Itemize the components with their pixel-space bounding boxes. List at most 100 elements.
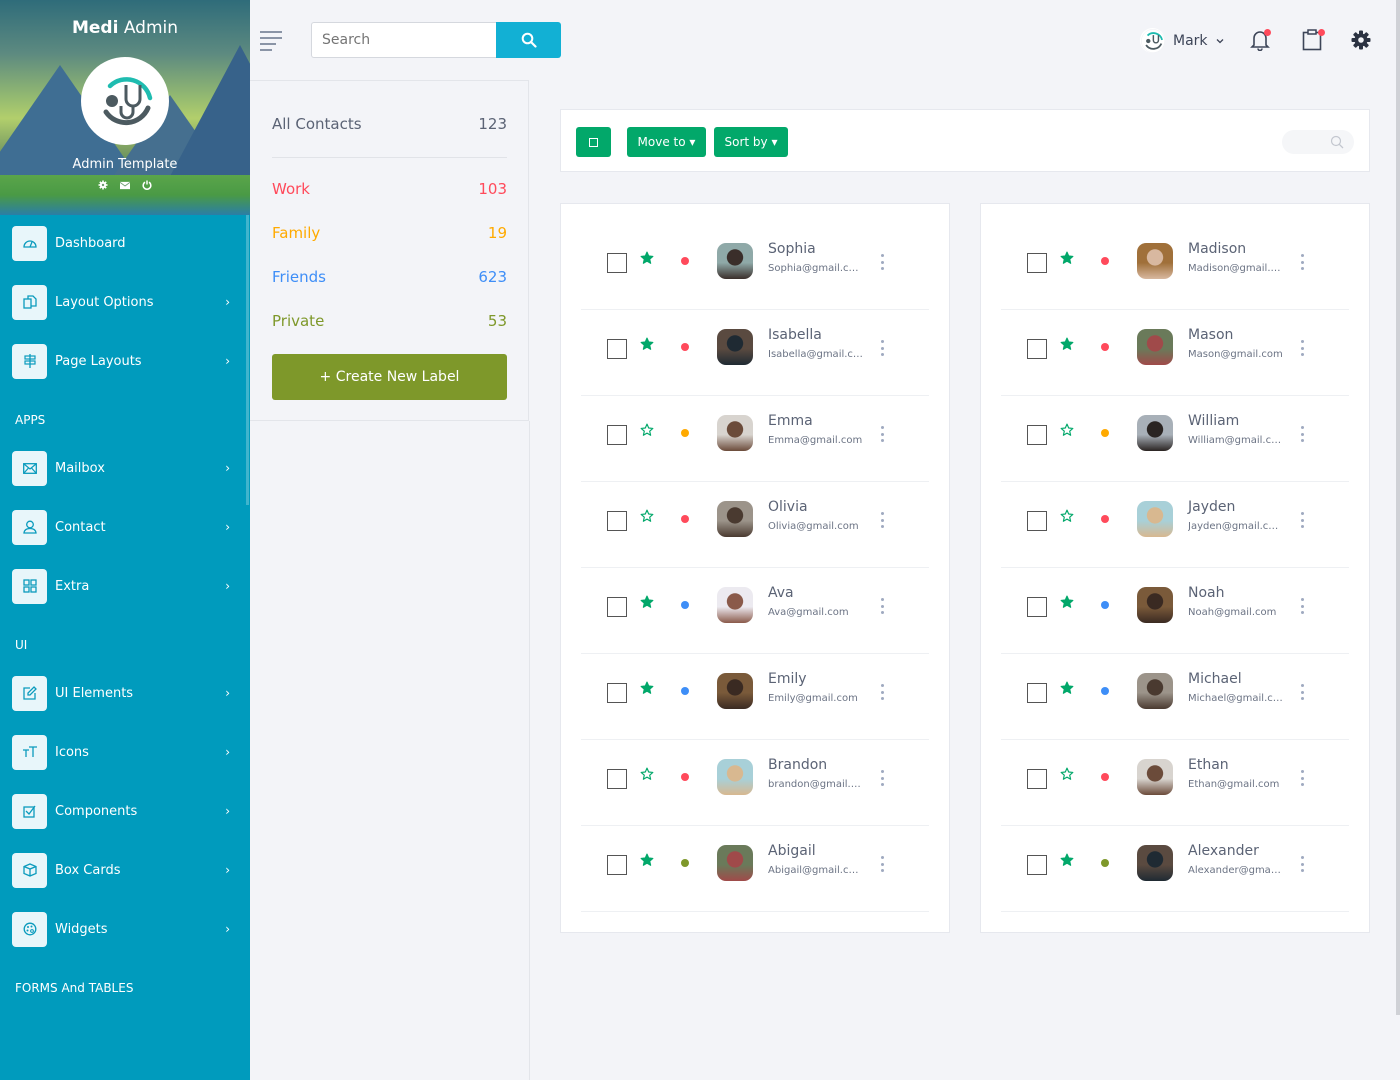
- sidebar-item-layout-options[interactable]: Layout Options ›: [12, 284, 242, 320]
- contact-row[interactable]: Ava Ava@gmail.com: [581, 568, 929, 654]
- more-options-icon[interactable]: [1299, 254, 1305, 270]
- contact-name[interactable]: Sophia: [768, 241, 816, 257]
- avatar[interactable]: [717, 501, 753, 537]
- sidebar-item-dashboard[interactable]: Dashboard: [12, 225, 242, 261]
- label-private[interactable]: Private 53: [272, 312, 507, 330]
- contact-name[interactable]: Ava: [768, 585, 794, 601]
- contact-row[interactable]: Olivia Olivia@gmail.com: [581, 482, 929, 568]
- star-filled-icon[interactable]: [640, 853, 654, 867]
- mail-icon[interactable]: [120, 180, 130, 190]
- contact-name[interactable]: Ethan: [1188, 757, 1229, 773]
- star-filled-icon[interactable]: [1060, 681, 1074, 695]
- contact-name[interactable]: Mason: [1188, 327, 1233, 343]
- contact-row[interactable]: William William@gmail.com: [1001, 396, 1349, 482]
- sidebar-item-ui-elements[interactable]: UI Elements ›: [12, 675, 242, 711]
- more-options-icon[interactable]: [879, 856, 885, 872]
- user-menu[interactable]: Mark: [1140, 28, 1225, 53]
- contact-row[interactable]: Abigail Abigail@gmail.com: [581, 826, 929, 912]
- notifications-button[interactable]: [1248, 28, 1272, 52]
- star-filled-icon[interactable]: [1060, 251, 1074, 265]
- contact-name[interactable]: Alexander: [1188, 843, 1259, 859]
- contact-checkbox[interactable]: [607, 253, 627, 273]
- contact-checkbox[interactable]: [607, 769, 627, 789]
- avatar[interactable]: [717, 673, 753, 709]
- star-filled-icon[interactable]: [640, 251, 654, 265]
- contact-checkbox[interactable]: [1027, 253, 1047, 273]
- contact-name[interactable]: Jayden: [1188, 499, 1235, 515]
- avatar[interactable]: [1137, 415, 1173, 451]
- contact-row[interactable]: Alexander Alexander@gmail.com: [1001, 826, 1349, 912]
- star-outline-icon[interactable]: [1060, 767, 1074, 781]
- more-options-icon[interactable]: [879, 340, 885, 356]
- more-options-icon[interactable]: [1299, 598, 1305, 614]
- settings-button[interactable]: [1349, 28, 1373, 52]
- contact-row[interactable]: Isabella Isabella@gmail.com: [581, 310, 929, 396]
- sidebar-item-mailbox[interactable]: Mailbox ›: [12, 450, 242, 486]
- search-button[interactable]: [496, 22, 561, 58]
- avatar[interactable]: [1137, 759, 1173, 795]
- avatar[interactable]: [1137, 587, 1173, 623]
- contact-checkbox[interactable]: [607, 683, 627, 703]
- contact-checkbox[interactable]: [1027, 597, 1047, 617]
- contact-name[interactable]: William: [1188, 413, 1239, 429]
- contact-checkbox[interactable]: [607, 855, 627, 875]
- label-all-contacts[interactable]: All Contacts 123: [272, 115, 507, 133]
- contact-name[interactable]: Isabella: [768, 327, 822, 343]
- star-outline-icon[interactable]: [1060, 509, 1074, 523]
- star-filled-icon[interactable]: [1060, 337, 1074, 351]
- contact-checkbox[interactable]: [1027, 511, 1047, 531]
- more-options-icon[interactable]: [879, 598, 885, 614]
- star-filled-icon[interactable]: [1060, 595, 1074, 609]
- contact-row[interactable]: Jayden Jayden@gmail.com: [1001, 482, 1349, 568]
- contact-name[interactable]: Madison: [1188, 241, 1246, 257]
- select-all-button[interactable]: [576, 127, 611, 157]
- sidebar-item-extra[interactable]: Extra ›: [12, 568, 242, 604]
- contact-checkbox[interactable]: [607, 597, 627, 617]
- sidebar-item-box-cards[interactable]: Box Cards ›: [12, 852, 242, 888]
- star-filled-icon[interactable]: [1060, 853, 1074, 867]
- star-filled-icon[interactable]: [640, 337, 654, 351]
- contact-row[interactable]: Ethan Ethan@gmail.com: [1001, 740, 1349, 826]
- more-options-icon[interactable]: [1299, 770, 1305, 786]
- contact-row[interactable]: Emma Emma@gmail.com: [581, 396, 929, 482]
- contact-checkbox[interactable]: [607, 425, 627, 445]
- avatar[interactable]: [717, 759, 753, 795]
- avatar[interactable]: [1137, 845, 1173, 881]
- contact-row[interactable]: Mason Mason@gmail.com: [1001, 310, 1349, 396]
- more-options-icon[interactable]: [879, 426, 885, 442]
- label-work[interactable]: Work 103: [272, 180, 507, 198]
- contact-checkbox[interactable]: [607, 339, 627, 359]
- contact-checkbox[interactable]: [1027, 855, 1047, 875]
- more-options-icon[interactable]: [879, 254, 885, 270]
- sidebar-scrollbar[interactable]: [246, 215, 249, 505]
- more-options-icon[interactable]: [1299, 426, 1305, 442]
- more-options-icon[interactable]: [879, 684, 885, 700]
- more-options-icon[interactable]: [1299, 512, 1305, 528]
- more-options-icon[interactable]: [1299, 856, 1305, 872]
- contact-row[interactable]: Madison Madison@gmail.com: [1001, 224, 1349, 310]
- search-input[interactable]: [311, 22, 497, 58]
- avatar[interactable]: [717, 415, 753, 451]
- contact-name[interactable]: Emily: [768, 671, 807, 687]
- star-filled-icon[interactable]: [640, 681, 654, 695]
- contact-row[interactable]: Michael Michael@gmail.com: [1001, 654, 1349, 740]
- more-options-icon[interactable]: [879, 512, 885, 528]
- avatar[interactable]: [717, 243, 753, 279]
- sidebar-item-contact[interactable]: Contact ›: [12, 509, 242, 545]
- power-icon[interactable]: [142, 180, 152, 190]
- contact-name[interactable]: Noah: [1188, 585, 1225, 601]
- star-outline-icon[interactable]: [640, 423, 654, 437]
- more-options-icon[interactable]: [879, 770, 885, 786]
- contact-checkbox[interactable]: [1027, 683, 1047, 703]
- contact-name[interactable]: Abigail: [768, 843, 816, 859]
- contact-row[interactable]: Emily Emily@gmail.com: [581, 654, 929, 740]
- more-options-icon[interactable]: [1299, 684, 1305, 700]
- avatar[interactable]: [717, 587, 753, 623]
- contact-row[interactable]: Brandon brandon@gmail.com: [581, 740, 929, 826]
- avatar[interactable]: [717, 329, 753, 365]
- star-filled-icon[interactable]: [640, 595, 654, 609]
- page-scrollbar[interactable]: [1396, 0, 1400, 1015]
- avatar[interactable]: [1137, 673, 1173, 709]
- avatar[interactable]: [717, 845, 753, 881]
- contact-name[interactable]: Brandon: [768, 757, 827, 773]
